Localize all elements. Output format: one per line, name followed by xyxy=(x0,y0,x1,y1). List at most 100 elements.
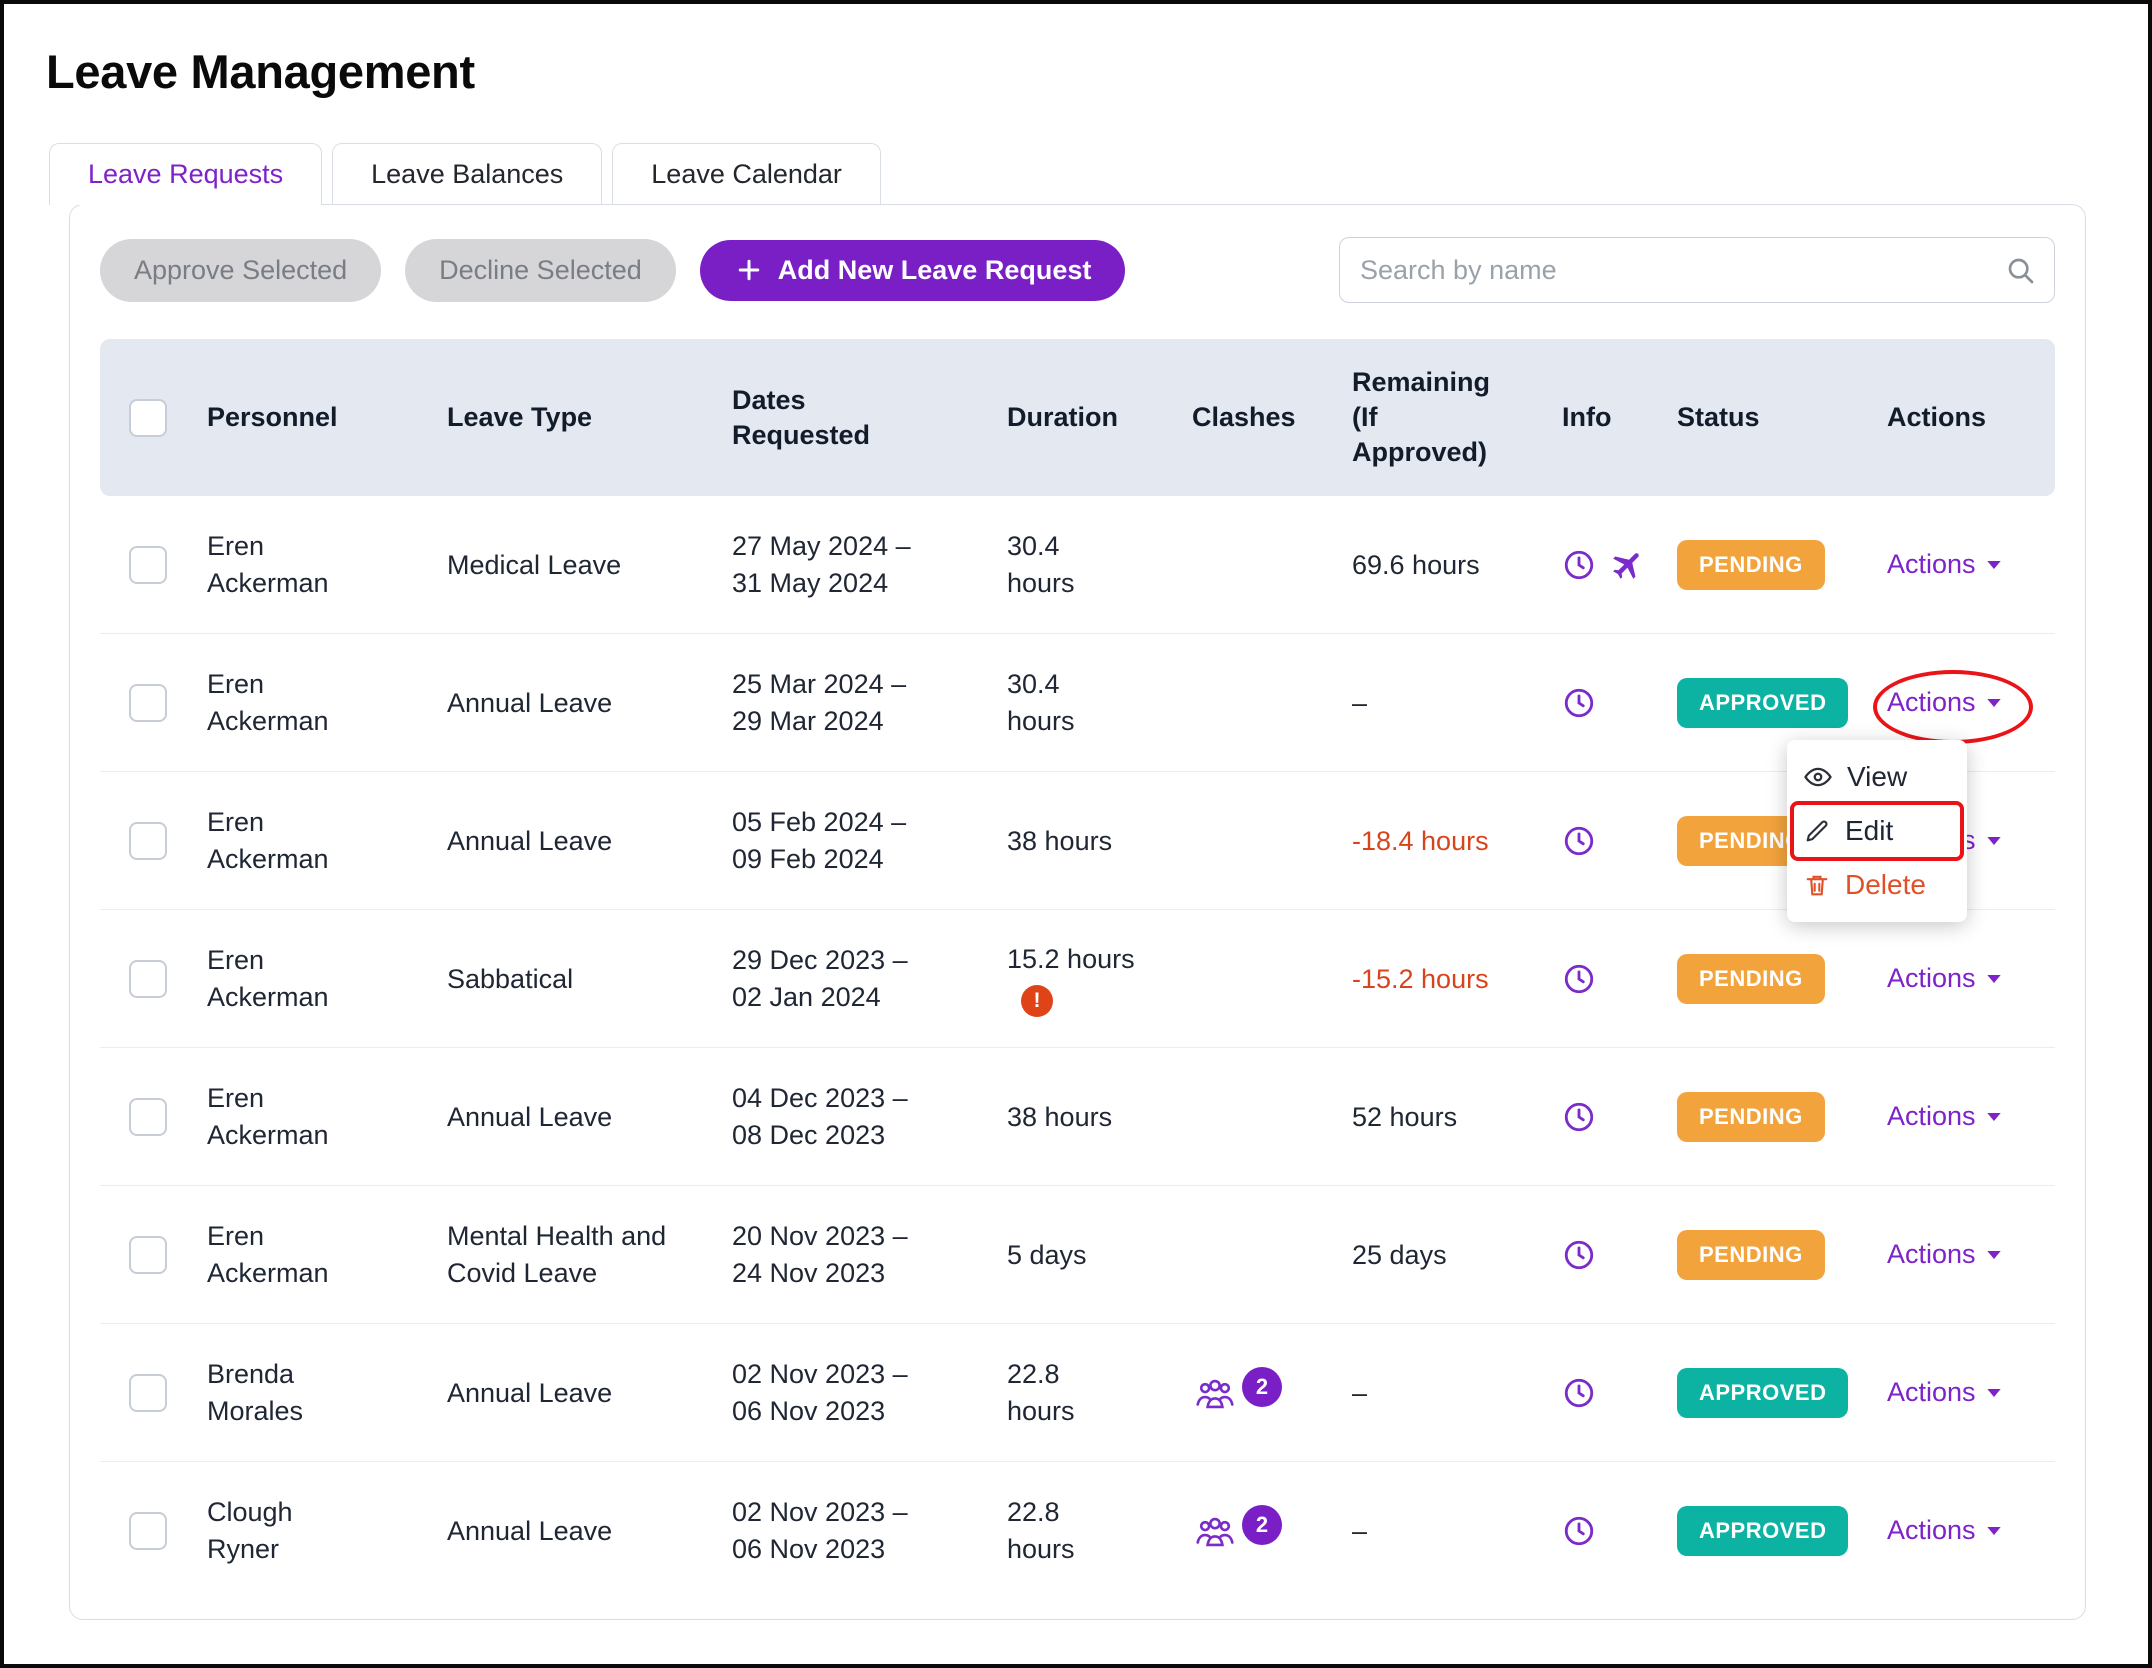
col-header-status: Status xyxy=(1665,365,1875,470)
decline-selected-button[interactable]: Decline Selected xyxy=(405,239,676,302)
status-badge: APPROVED xyxy=(1677,1506,1848,1556)
duration: 15.2 hours xyxy=(1007,941,1135,977)
col-header-duration: Duration xyxy=(995,365,1180,470)
search-box xyxy=(1339,237,2055,303)
personnel-name: Eren Ackerman xyxy=(207,1080,372,1153)
status-badge: APPROVED xyxy=(1677,1368,1848,1418)
clashes-cell xyxy=(1180,1186,1340,1323)
personnel-name: Eren Ackerman xyxy=(207,804,372,877)
search-input[interactable] xyxy=(1358,254,2004,287)
row-checkbox[interactable] xyxy=(129,960,167,998)
dates-requested: 27 May 2024 – 31 May 2024 xyxy=(732,528,927,601)
table-row: Eren Ackerman Annual Leave 25 Mar 2024 –… xyxy=(100,634,2055,772)
row-checkbox[interactable] xyxy=(129,1512,167,1550)
menu-item-edit[interactable]: Edit xyxy=(1787,804,1967,858)
clashes-cell xyxy=(1180,772,1340,909)
status-badge: PENDING xyxy=(1677,954,1825,1004)
leave-type: Medical Leave xyxy=(435,496,720,633)
clock-icon xyxy=(1562,1100,1596,1134)
col-header-leave-type: Leave Type xyxy=(435,365,720,470)
row-checkbox[interactable] xyxy=(129,546,167,584)
col-header-info: Info xyxy=(1550,365,1665,470)
leave-type: Annual Leave xyxy=(435,1324,720,1461)
group-icon xyxy=(1192,1373,1238,1413)
chevron-down-icon xyxy=(1986,1249,2002,1261)
remaining-hours: -15.2 hours xyxy=(1340,910,1550,1047)
clashes-cell xyxy=(1180,1048,1340,1185)
row-checkbox[interactable] xyxy=(129,684,167,722)
row-actions-button[interactable]: Actions xyxy=(1887,1515,2002,1546)
actions-dropdown-menu: View Edit Delete xyxy=(1787,740,1967,921)
chevron-down-icon xyxy=(1986,835,2002,847)
remaining-hours: 69.6 hours xyxy=(1340,496,1550,633)
add-new-leave-request-button[interactable]: Add New Leave Request xyxy=(700,240,1126,301)
clash-count-badge: 2 xyxy=(1242,1367,1282,1407)
leave-type: Annual Leave xyxy=(435,634,720,771)
search-icon[interactable] xyxy=(2004,254,2036,286)
menu-item-delete[interactable]: Delete xyxy=(1787,858,1967,912)
col-header-remaining: Remaining (If Approved) xyxy=(1352,365,1502,470)
table-row: Eren Ackerman Medical Leave 27 May 2024 … xyxy=(100,496,2055,634)
table-row: Eren Ackerman Annual Leave 05 Feb 2024 –… xyxy=(100,772,2055,910)
row-actions-button[interactable]: Actions xyxy=(1887,963,2002,994)
personnel-name: Eren Ackerman xyxy=(207,666,372,739)
duration: 30.4 hours xyxy=(1007,528,1122,601)
leave-type: Mental Health and Covid Leave xyxy=(435,1186,720,1323)
row-checkbox[interactable] xyxy=(129,1236,167,1274)
remaining-hours: – xyxy=(1340,634,1550,771)
personnel-name: Clough Ryner xyxy=(207,1494,372,1567)
dates-requested: 20 Nov 2023 – 24 Nov 2023 xyxy=(732,1218,927,1291)
group-icon xyxy=(1192,1511,1238,1551)
tab-leave-requests[interactable]: Leave Requests xyxy=(49,143,322,205)
leave-type: Annual Leave xyxy=(435,1462,720,1599)
tab-leave-balances[interactable]: Leave Balances xyxy=(332,143,602,205)
trash-icon xyxy=(1803,871,1831,899)
approve-selected-button[interactable]: Approve Selected xyxy=(100,239,381,302)
row-actions-button[interactable]: Actions xyxy=(1887,1377,2002,1408)
clock-icon xyxy=(1562,548,1596,582)
personnel-name: Brenda Morales xyxy=(207,1356,372,1429)
warning-icon: ! xyxy=(1021,985,1053,1017)
row-actions-button[interactable]: Actions xyxy=(1887,1101,2002,1132)
col-header-personnel: Personnel xyxy=(195,365,435,470)
dates-requested: 02 Nov 2023 – 06 Nov 2023 xyxy=(732,1356,927,1429)
duration: 22.8 hours xyxy=(1007,1356,1122,1429)
row-actions-button[interactable]: Actions xyxy=(1887,549,2002,580)
personnel-name: Eren Ackerman xyxy=(207,942,372,1015)
table-row: Eren Ackerman Mental Health and Covid Le… xyxy=(100,1186,2055,1324)
remaining-hours: 52 hours xyxy=(1340,1048,1550,1185)
status-badge: PENDING xyxy=(1677,540,1825,590)
remaining-hours: – xyxy=(1340,1462,1550,1599)
dates-requested: 05 Feb 2024 – 09 Feb 2024 xyxy=(732,804,927,877)
col-header-clashes: Clashes xyxy=(1180,365,1340,470)
table-header: Personnel Leave Type Dates Requested Dur… xyxy=(100,339,2055,496)
chevron-down-icon xyxy=(1986,1525,2002,1537)
status-badge: APPROVED xyxy=(1677,678,1848,728)
page-title: Leave Management xyxy=(46,44,2108,99)
dates-requested: 29 Dec 2023 – 02 Jan 2024 xyxy=(732,942,927,1015)
page: Leave Management Leave Requests Leave Ba… xyxy=(4,4,2148,1646)
clashes-cell xyxy=(1180,910,1340,1047)
duration: 38 hours xyxy=(1007,1099,1112,1135)
dates-requested: 04 Dec 2023 – 08 Dec 2023 xyxy=(732,1080,927,1153)
col-header-actions: Actions xyxy=(1875,365,2055,470)
clock-icon xyxy=(1562,1238,1596,1272)
row-checkbox[interactable] xyxy=(129,822,167,860)
tab-leave-calendar[interactable]: Leave Calendar xyxy=(612,143,881,205)
row-checkbox[interactable] xyxy=(129,1374,167,1412)
clash-indicator[interactable]: 2 xyxy=(1192,1511,1282,1551)
row-actions-button[interactable]: Actions xyxy=(1887,687,2002,718)
duration: 5 days xyxy=(1007,1237,1087,1273)
menu-item-view[interactable]: View xyxy=(1787,750,1967,804)
table-row: Eren Ackerman Annual Leave 04 Dec 2023 –… xyxy=(100,1048,2055,1186)
select-all-checkbox[interactable] xyxy=(129,399,167,437)
status-badge: PENDING xyxy=(1677,1230,1825,1280)
row-checkbox[interactable] xyxy=(129,1098,167,1136)
add-new-leave-request-label: Add New Leave Request xyxy=(778,255,1092,286)
toolbar: Approve Selected Decline Selected Add Ne… xyxy=(100,237,2055,303)
duration: 30.4 hours xyxy=(1007,666,1122,739)
row-actions-button[interactable]: Actions xyxy=(1887,1239,2002,1270)
personnel-name: Eren Ackerman xyxy=(207,1218,372,1291)
clash-indicator[interactable]: 2 xyxy=(1192,1373,1282,1413)
dates-requested: 25 Mar 2024 – 29 Mar 2024 xyxy=(732,666,927,739)
